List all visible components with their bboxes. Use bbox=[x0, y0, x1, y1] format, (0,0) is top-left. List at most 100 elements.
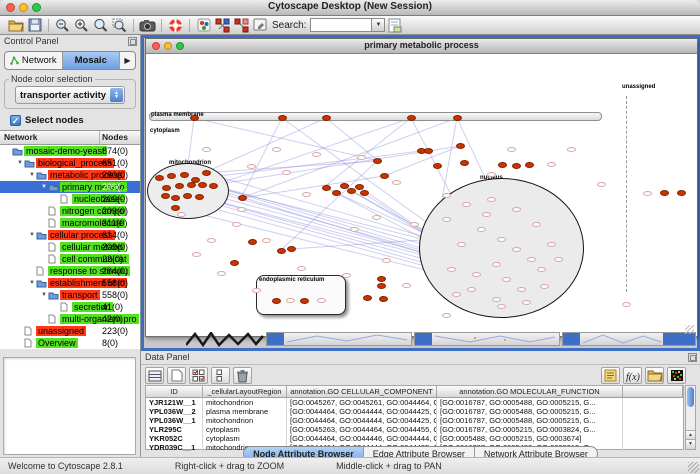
transporter-gene-node[interactable] bbox=[209, 183, 218, 189]
gene-node[interactable] bbox=[297, 266, 306, 271]
transporter-gene-node[interactable] bbox=[300, 298, 309, 304]
gene-node[interactable] bbox=[487, 172, 496, 177]
column-header[interactable]: _cellularLayoutRegion bbox=[203, 386, 287, 397]
transporter-gene-node[interactable] bbox=[460, 160, 469, 166]
transporter-gene-node[interactable] bbox=[171, 195, 180, 201]
gene-node[interactable] bbox=[252, 288, 261, 293]
gene-node[interactable] bbox=[547, 242, 556, 247]
network-window[interactable]: primary metabolic process plasma membran… bbox=[145, 38, 698, 337]
zoom-out-icon[interactable] bbox=[53, 17, 72, 34]
transporter-gene-node[interactable] bbox=[180, 172, 189, 178]
network-canvas[interactable]: plasma membrane cytoplasm mitochondrion … bbox=[146, 54, 695, 335]
zoom-in-icon[interactable] bbox=[72, 17, 91, 34]
open-session-icon[interactable] bbox=[6, 17, 25, 34]
expand-arrow-icon[interactable]: ▼ bbox=[28, 280, 36, 286]
search-input[interactable] bbox=[310, 18, 372, 32]
transporter-gene-node[interactable] bbox=[380, 173, 389, 179]
table-cell[interactable]: [GO:0016787, GO:0005488, GO:0005215, G..… bbox=[437, 416, 623, 425]
gene-node[interactable] bbox=[192, 252, 201, 257]
tab-mosaic[interactable]: Mosaic bbox=[63, 52, 121, 69]
app-resize-grip[interactable] bbox=[688, 462, 699, 473]
destroy-network-icon[interactable] bbox=[232, 17, 251, 34]
transporter-gene-node[interactable] bbox=[277, 248, 286, 254]
expand-arrow-icon[interactable]: ▼ bbox=[40, 184, 48, 190]
table-row[interactable]: YPL036W__2plasma membrane[GO:0044464, GO… bbox=[146, 407, 683, 416]
enhanced-search-icon[interactable] bbox=[385, 17, 404, 34]
gene-node[interactable] bbox=[207, 238, 216, 243]
table-cell[interactable]: YLR295C bbox=[146, 425, 203, 434]
transporter-gene-node[interactable] bbox=[198, 182, 207, 188]
tree-row-mosaic-demo-yeast[interactable]: mosaic-demo-yeast874(0) bbox=[0, 145, 140, 157]
table-cell[interactable]: YKR052C bbox=[146, 434, 203, 443]
table-cell[interactable]: mitochondrion bbox=[203, 398, 287, 407]
transporter-gene-node[interactable] bbox=[363, 295, 372, 301]
gene-node[interactable] bbox=[497, 237, 506, 242]
snapshot-icon[interactable] bbox=[138, 17, 157, 34]
transporter-gene-node[interactable] bbox=[322, 185, 331, 191]
table-scrollbar[interactable]: ▲ ▼ bbox=[685, 385, 696, 450]
gene-node[interactable] bbox=[522, 300, 531, 305]
mitochondrion-region[interactable] bbox=[147, 163, 229, 219]
gene-node[interactable] bbox=[472, 272, 481, 277]
gene-node[interactable] bbox=[217, 271, 226, 276]
column-header[interactable]: annotation.GO CELLULAR_COMPONENT bbox=[287, 386, 437, 397]
transporter-gene-node[interactable] bbox=[347, 188, 356, 194]
table-cell[interactable]: [GO:0045267, GO:0045261, GO:0044464, G..… bbox=[287, 398, 437, 407]
transporter-gene-node[interactable] bbox=[230, 260, 239, 266]
expand-arrow-icon[interactable]: ▼ bbox=[40, 292, 48, 298]
float-panel-icon[interactable] bbox=[688, 353, 697, 362]
gene-node[interactable] bbox=[597, 182, 606, 187]
table-cell[interactable]: [GO:0045263, GO:0044464, GO:0044455, G..… bbox=[287, 425, 437, 434]
table-cell[interactable]: [GO:0044464, GO:0044446, GO:0044444, G..… bbox=[287, 434, 437, 443]
gene-node[interactable] bbox=[282, 170, 291, 175]
network-from-selection-icon[interactable] bbox=[213, 17, 232, 34]
help-icon[interactable] bbox=[166, 17, 185, 34]
transporter-gene-node[interactable] bbox=[433, 163, 442, 169]
gene-node[interactable] bbox=[512, 207, 521, 212]
tree-row-response-to-stimulu[interactable]: response to stimulu264(0) bbox=[0, 265, 140, 277]
table-row[interactable]: YJR121W__1mitochondrion[GO:0045267, GO:0… bbox=[146, 398, 683, 407]
function-builder-icon[interactable]: f(x) bbox=[623, 367, 642, 384]
tree-row-nucleobase-[interactable]: nucleobase-209(0) bbox=[0, 193, 140, 205]
transporter-gene-node[interactable] bbox=[332, 190, 341, 196]
table-cell[interactable]: [GO:0016787, GO:0005488, GO:0005215, G..… bbox=[437, 398, 623, 407]
search-combo[interactable]: ▼ bbox=[310, 18, 385, 32]
attribute-table[interactable]: ID_cellularLayoutRegionannotation.GO CEL… bbox=[145, 385, 684, 450]
save-session-icon[interactable] bbox=[25, 17, 44, 34]
transporter-gene-node[interactable] bbox=[498, 162, 507, 168]
transporter-gene-node[interactable] bbox=[379, 296, 388, 302]
transporter-gene-node[interactable] bbox=[162, 185, 171, 191]
more-tabs-icon[interactable]: ▶ bbox=[120, 52, 135, 69]
transporter-gene-node[interactable] bbox=[190, 115, 199, 121]
expand-arrow-icon[interactable]: ▼ bbox=[28, 232, 36, 238]
gene-node[interactable] bbox=[442, 217, 451, 222]
table-row[interactable]: YKR052Ccytoplasm[GO:0044464, GO:0044446,… bbox=[146, 434, 683, 443]
tree-row-overview[interactable]: Overview8(0) bbox=[0, 337, 140, 349]
plasma-membrane-region[interactable] bbox=[149, 112, 602, 121]
transporter-gene-node[interactable] bbox=[167, 173, 176, 179]
float-panel-icon[interactable] bbox=[128, 37, 137, 46]
gene-node[interactable] bbox=[487, 197, 496, 202]
attribute-matrix-icon[interactable] bbox=[667, 367, 686, 384]
tree-row-establishment-of-lo[interactable]: ▼establishment of lo558(0) bbox=[0, 277, 140, 289]
import-attributes-icon[interactable] bbox=[645, 367, 664, 384]
gene-node[interactable] bbox=[350, 227, 359, 232]
transporter-gene-node[interactable] bbox=[660, 190, 669, 196]
attribute-grid-icon[interactable] bbox=[145, 367, 164, 384]
table-cell[interactable]: [GO:0044464, GO:0044444, GO:0044425, G..… bbox=[287, 407, 437, 416]
tree-row-cellular-process[interactable]: ▼cellular process614(0) bbox=[0, 229, 140, 241]
select-attributes-icon[interactable] bbox=[189, 367, 208, 384]
transporter-gene-node[interactable] bbox=[161, 193, 170, 199]
gene-node[interactable] bbox=[532, 222, 541, 227]
zoom-fit-icon[interactable] bbox=[91, 17, 110, 34]
new-attribute-icon[interactable] bbox=[167, 367, 186, 384]
table-row[interactable]: YLR295Ccytoplasm[GO:0045263, GO:0044464,… bbox=[146, 425, 683, 434]
gene-node[interactable] bbox=[272, 147, 281, 152]
gene-node[interactable] bbox=[477, 227, 486, 232]
tree-row-transport[interactable]: ▼transport558(0) bbox=[0, 289, 140, 301]
transporter-gene-node[interactable] bbox=[272, 298, 281, 304]
table-row[interactable]: YPL036W__1mitochondrion[GO:0044464, GO:0… bbox=[146, 416, 683, 425]
gene-node[interactable] bbox=[442, 193, 451, 198]
gene-node[interactable] bbox=[372, 215, 381, 220]
transporter-gene-node[interactable] bbox=[183, 193, 192, 199]
